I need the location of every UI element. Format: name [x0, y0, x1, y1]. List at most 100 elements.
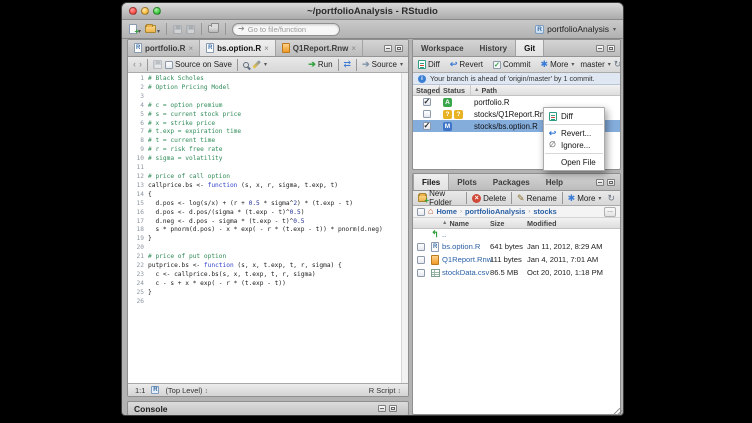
- find-replace-icon[interactable]: [243, 62, 249, 68]
- close-window-button[interactable]: [129, 7, 137, 15]
- code-line: d.pos <- d.pos/(sigma * (t.exp - t)^0.5): [148, 209, 408, 218]
- maximize-pane-button[interactable]: [607, 179, 615, 186]
- back-icon[interactable]: ‹: [133, 60, 136, 69]
- diff-button[interactable]: Diff: [418, 60, 440, 69]
- menu-item-diff[interactable]: Diff: [544, 110, 604, 122]
- code-lines[interactable]: # Black Scholes# Option Pricing Model # …: [148, 73, 408, 383]
- code-tools-button[interactable]: ▾: [252, 61, 267, 68]
- goto-file-input[interactable]: [248, 25, 334, 34]
- tab-files[interactable]: Files: [413, 174, 449, 190]
- tab-git[interactable]: Git: [515, 40, 544, 56]
- column-modified[interactable]: Modified: [527, 218, 620, 228]
- code-line: {: [148, 191, 408, 200]
- file-row[interactable]: stockData.csv86.5 MBOct 20, 2010, 1:18 P…: [413, 266, 620, 279]
- open-file-button[interactable]: ▾: [145, 20, 160, 38]
- save-button[interactable]: [173, 25, 182, 34]
- breadcrumb-home[interactable]: Home: [436, 207, 457, 216]
- tab-portfolio-r[interactable]: R portfolio.R ×: [128, 40, 200, 56]
- source-on-save-checkbox[interactable]: Source on Save: [165, 60, 232, 69]
- rstudio-window: ~/portfolioAnalysis - RStudio +▾ ▾ ➔ R p…: [121, 2, 624, 416]
- code-editor[interactable]: 1234567891011121314151617181920212223242…: [128, 73, 408, 383]
- minimize-window-button[interactable]: [141, 7, 149, 15]
- rename-button[interactable]: ✎Rename: [517, 194, 557, 203]
- gear-icon: ✱: [541, 60, 549, 69]
- code-line: }: [148, 289, 408, 298]
- tab-history[interactable]: History: [472, 40, 516, 56]
- column-path[interactable]: ▲Path: [471, 85, 620, 95]
- revert-button[interactable]: ↩Revert: [450, 60, 483, 69]
- breadcrumb-more-button[interactable]: ...: [604, 207, 616, 217]
- title-bar[interactable]: ~/portfolioAnalysis - RStudio: [122, 3, 623, 20]
- select-all-checkbox[interactable]: [417, 208, 425, 216]
- maximize-pane-button[interactable]: [395, 45, 403, 52]
- new-file-button[interactable]: +▾: [129, 20, 141, 38]
- menu-item-revert[interactable]: ↩ Revert...: [544, 127, 604, 139]
- staged-checkbox[interactable]: [423, 98, 431, 106]
- commit-button[interactable]: ✓Commit: [493, 60, 531, 69]
- close-tab-icon[interactable]: ×: [188, 44, 193, 53]
- line-number: 2: [128, 84, 148, 93]
- column-staged[interactable]: Staged: [413, 85, 440, 95]
- zoom-window-button[interactable]: [153, 7, 161, 15]
- editor-scrollbar[interactable]: [401, 73, 408, 383]
- project-menu-button[interactable]: R portfolioAnalysis ▾: [535, 24, 616, 34]
- tab-bs-option-r[interactable]: R bs.option.R ×: [200, 40, 276, 56]
- more-button[interactable]: ✱More▾: [541, 60, 575, 69]
- console-pane-header[interactable]: Console: [127, 401, 409, 416]
- scope-selector[interactable]: (Top Level) ↕: [165, 386, 208, 395]
- file-checkbox[interactable]: [417, 269, 425, 277]
- source-button[interactable]: ➔ Source ▾: [362, 59, 403, 70]
- tab-plots[interactable]: Plots: [449, 174, 485, 190]
- breadcrumb-stocks[interactable]: stocks: [533, 207, 556, 216]
- up-directory-icon: ↰: [431, 230, 439, 239]
- print-button[interactable]: [208, 25, 219, 33]
- goto-file-box[interactable]: ➔: [232, 23, 340, 36]
- tab-help[interactable]: Help: [538, 174, 571, 190]
- staged-checkbox[interactable]: [423, 110, 431, 118]
- maximize-console-button[interactable]: [389, 405, 397, 412]
- minimize-pane-button[interactable]: [384, 45, 392, 52]
- new-folder-button[interactable]: + New Folder: [418, 189, 461, 207]
- file-type-selector[interactable]: R Script ↕: [369, 386, 401, 395]
- tab-packages[interactable]: Packages: [485, 174, 538, 190]
- close-tab-icon[interactable]: ×: [351, 44, 356, 53]
- column-size[interactable]: Size: [490, 218, 527, 228]
- delete-button[interactable]: ×Delete: [472, 194, 506, 203]
- run-button[interactable]: ➔ Run: [308, 59, 332, 70]
- column-name[interactable]: ▲Name: [442, 218, 490, 228]
- window-resize-grip[interactable]: [613, 405, 622, 414]
- refresh-icon[interactable]: ↻: [614, 60, 621, 69]
- menu-item-open-file[interactable]: Open File: [544, 156, 604, 168]
- save-source-button[interactable]: [153, 60, 162, 69]
- file-name-link[interactable]: stockData.csv: [442, 268, 490, 277]
- minimize-pane-button[interactable]: [596, 45, 604, 52]
- parent-directory-link[interactable]: ..: [442, 230, 490, 239]
- branch-selector[interactable]: master▾: [580, 60, 610, 69]
- rerun-icon[interactable]: ⇄: [344, 60, 352, 69]
- column-status[interactable]: Status: [440, 85, 471, 95]
- refresh-icon[interactable]: ↻: [607, 194, 615, 203]
- save-all-button[interactable]: [186, 25, 195, 34]
- tab-q1report-rnw[interactable]: Q1Report.Rnw ×: [276, 40, 363, 56]
- maximize-pane-button[interactable]: [607, 45, 615, 52]
- file-name-link[interactable]: Q1Report.Rnw: [442, 255, 490, 264]
- staged-checkbox[interactable]: [423, 122, 431, 130]
- file-row[interactable]: Rbs.option.R641 bytesJan 11, 2012, 8:29 …: [413, 240, 620, 253]
- file-name-link[interactable]: bs.option.R: [442, 242, 490, 251]
- minimize-console-button[interactable]: [378, 405, 386, 412]
- r-file-icon: R: [431, 242, 439, 252]
- file-path: portfolio.R: [471, 98, 620, 107]
- tab-workspace[interactable]: Workspace: [413, 40, 472, 56]
- parent-directory-row[interactable]: ↰ ..: [413, 229, 620, 240]
- files-more-button[interactable]: ✱More▾: [568, 194, 602, 203]
- code-line: # sigma = volatility: [148, 155, 408, 164]
- minimize-pane-button[interactable]: [596, 179, 604, 186]
- file-row[interactable]: Q1Report.Rnw111 bytesJan 4, 2011, 7:01 A…: [413, 253, 620, 266]
- menu-item-ignore[interactable]: ∅ Ignore...: [544, 139, 604, 151]
- breadcrumb-portfolioanalysis[interactable]: portfolioAnalysis: [465, 207, 525, 216]
- file-checkbox[interactable]: [417, 256, 425, 264]
- file-checkbox[interactable]: [417, 243, 425, 251]
- status-badge: M: [443, 122, 452, 131]
- forward-icon[interactable]: ›: [139, 60, 142, 69]
- close-tab-icon[interactable]: ×: [264, 44, 269, 53]
